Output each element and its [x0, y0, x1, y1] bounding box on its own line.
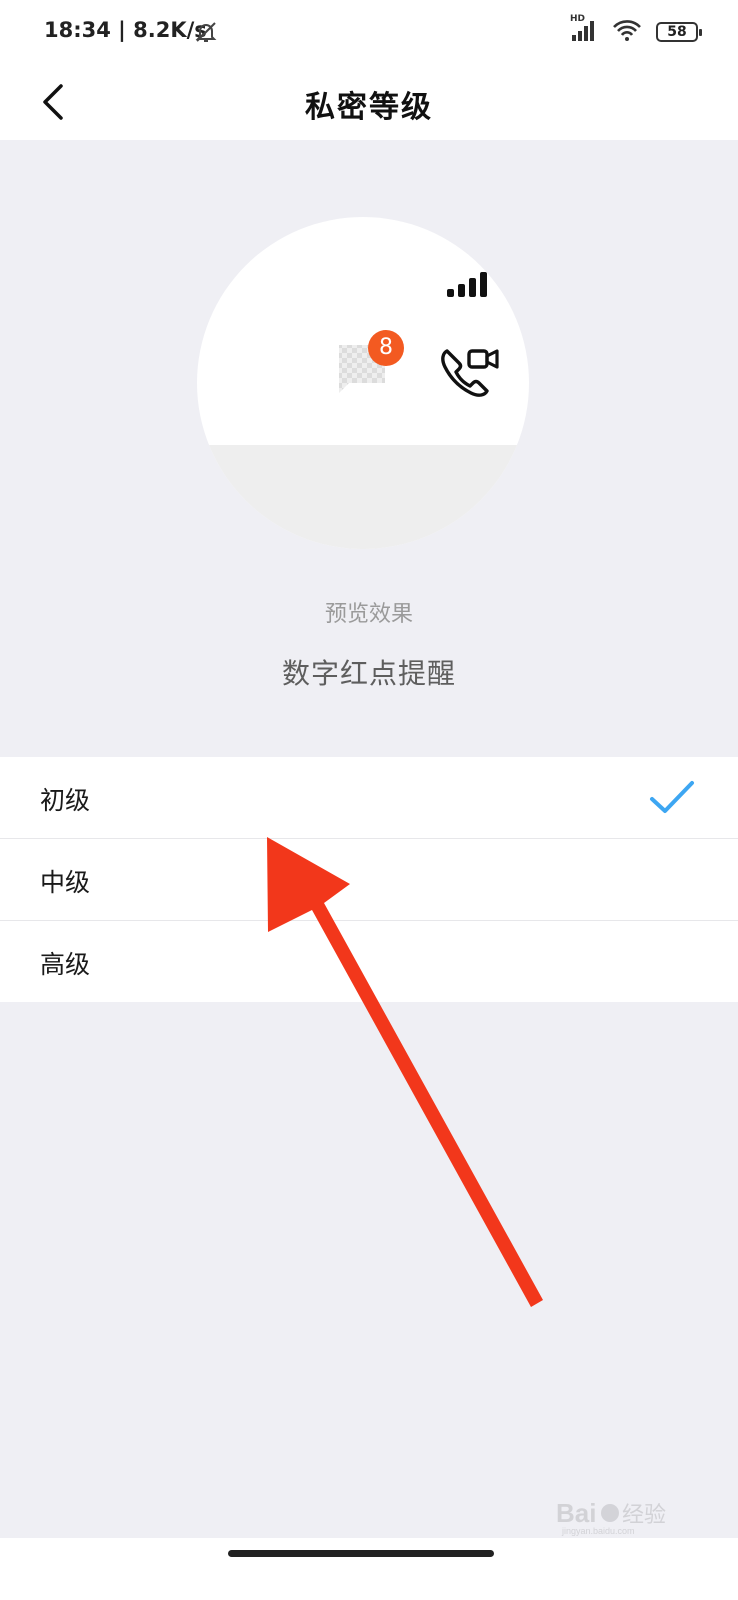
- status-time: 18:34 | 8.2K/s: [44, 18, 207, 42]
- mute-icon: [194, 20, 218, 48]
- bottom-strip: [0, 1538, 738, 1600]
- cellular-signal-icon: HD: [570, 14, 598, 46]
- option-label: 初级: [40, 786, 91, 815]
- option-basic[interactable]: 初级: [0, 757, 738, 839]
- home-indicator[interactable]: [228, 1550, 494, 1557]
- signal-bars-icon: [447, 272, 487, 297]
- title-bar: 私密等级: [0, 64, 738, 140]
- page-title: 私密等级: [305, 90, 433, 125]
- option-label: 高级: [40, 950, 91, 979]
- preview-input-band: [197, 445, 529, 549]
- svg-text:jingyan.baidu.com: jingyan.baidu.com: [561, 1526, 635, 1536]
- option-label: 中级: [40, 868, 91, 897]
- check-icon: [650, 781, 694, 813]
- status-indicators: HD 58: [570, 14, 702, 46]
- network-type-label: HD: [570, 14, 586, 24]
- video-call-icon: [441, 349, 499, 397]
- battery-indicator: 58: [656, 22, 702, 42]
- baidu-jingyan-watermark: Bai 经验 jingyan.baidu.com: [556, 1496, 686, 1540]
- preview-description: 数字红点提醒: [281, 657, 456, 690]
- wifi-icon: [612, 18, 642, 46]
- option-advanced[interactable]: 高级: [0, 921, 738, 1002]
- preview-image: [197, 217, 529, 549]
- svg-text:经验: 经验: [622, 1503, 666, 1528]
- preview-label: 预览效果: [324, 602, 413, 627]
- privacy-level-list: 初级 中级 高级: [0, 757, 738, 1002]
- unread-count-badge: 8: [368, 330, 404, 366]
- svg-text:Bai: Bai: [556, 1498, 596, 1528]
- option-intermediate[interactable]: 中级: [0, 839, 738, 921]
- status-bar: 18:34 | 8.2K/s HD 58: [0, 0, 738, 64]
